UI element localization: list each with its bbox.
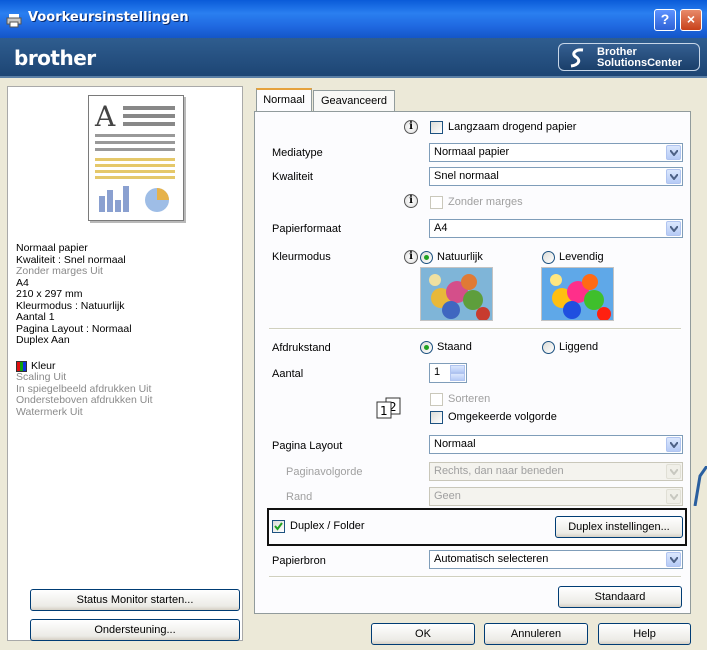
chevron-down-icon	[666, 145, 681, 160]
ok-button[interactable]: OK	[371, 623, 475, 645]
vivid-label: Levendig	[559, 251, 604, 263]
page-layout-label: Pagina Layout	[272, 440, 343, 452]
summary-line: Aantal 1	[16, 311, 55, 323]
separator	[269, 576, 681, 578]
mediatype-label: Mediatype	[272, 147, 323, 159]
svg-text:1: 1	[380, 404, 388, 418]
summary-line: Watermerk Uit	[16, 405, 83, 418]
svg-text:A: A	[94, 100, 116, 133]
solutions-center-line2: SolutionsCenter	[597, 57, 682, 69]
separator	[269, 328, 681, 330]
help-button[interactable]: Help	[598, 623, 691, 645]
color-mode-label: Kleurmodus	[272, 251, 331, 263]
info-icon[interactable]: i	[404, 250, 418, 264]
cancel-button[interactable]: Annuleren	[484, 623, 588, 645]
settings-summary-panel: A Normaal papier Kwaliteit : Snel normaal…	[7, 86, 243, 641]
printer-icon	[6, 14, 22, 28]
help-title-button[interactable]: ?	[654, 9, 676, 31]
orientation-label: Afdrukstand	[272, 342, 331, 354]
landscape-label: Liggend	[559, 341, 599, 353]
chevron-down-icon	[666, 169, 681, 184]
info-icon[interactable]: i	[404, 120, 418, 134]
spin-down-icon[interactable]	[450, 373, 465, 381]
settings-summary: Normaal papier Kwaliteit : Snel normaal Zo…	[16, 242, 153, 418]
copies-label: Aantal	[272, 368, 304, 380]
borderless-label: Zonder marges	[448, 196, 523, 208]
natural-label: Natuurlijk	[437, 251, 483, 263]
tab-geavanceerd[interactable]: Geavanceerd	[313, 90, 395, 112]
close-button[interactable]: ×	[680, 9, 702, 31]
copies-stepper[interactable]: 1	[429, 363, 467, 383]
chevron-down-icon	[666, 552, 681, 567]
page-order-select[interactable]: Rechts, dan naar beneden	[429, 462, 683, 481]
mediatype-select[interactable]: Normaal papier	[429, 143, 683, 162]
callout-arrow	[693, 466, 707, 506]
reverse-order-checkbox[interactable]	[430, 411, 443, 424]
brand-bar: brother Brother SolutionsCenter	[0, 38, 707, 78]
chevron-down-icon	[666, 437, 681, 452]
summary-line: Ondersteboven afdrukken Uit	[16, 394, 153, 406]
summary-line: Normaal papier	[16, 242, 88, 254]
slow-dry-checkbox[interactable]	[430, 121, 443, 134]
portrait-label: Staand	[437, 341, 472, 353]
summary-line: Duplex Aan	[16, 334, 70, 346]
page-preview-graphic: A	[94, 100, 175, 212]
slow-dry-label: Langzaam drogend papier	[448, 121, 577, 133]
status-monitor-button[interactable]: Status Monitor starten...	[30, 589, 240, 611]
default-button[interactable]: Standaard	[558, 586, 682, 608]
solutions-center-button[interactable]: Brother SolutionsCenter	[558, 43, 700, 71]
page-layout-select[interactable]: Normaal	[429, 435, 683, 454]
page-preview: A	[88, 95, 184, 221]
natural-preview-image	[420, 267, 493, 321]
summary-line: Scaling Uit	[16, 371, 67, 383]
solutions-center-icon	[570, 48, 584, 68]
support-button[interactable]: Ondersteuning...	[30, 619, 240, 641]
duplex-highlight-box	[267, 508, 687, 546]
reverse-order-label: Omgekeerde volgorde	[448, 411, 557, 423]
brother-logo: brother	[14, 46, 96, 70]
natural-radio[interactable]	[420, 251, 433, 264]
quality-select[interactable]: Snel normaal	[429, 167, 683, 186]
paper-size-label: Papierformaat	[272, 223, 342, 235]
summary-line: 210 x 297 mm	[16, 288, 83, 300]
chevron-down-icon	[666, 221, 681, 236]
window-title: Voorkeursinstellingen	[28, 10, 189, 25]
paper-size-select[interactable]: A4	[429, 219, 683, 238]
chevron-down-icon	[666, 464, 681, 479]
chevron-down-icon	[666, 489, 681, 504]
collate-checkbox[interactable]	[430, 393, 443, 406]
paper-source-select[interactable]: Automatisch selecteren	[429, 550, 683, 569]
collate-icon: 2 1	[376, 397, 401, 419]
summary-line: Zonder marges Uit	[16, 265, 103, 277]
info-icon[interactable]: i	[404, 194, 418, 208]
spin-up-icon[interactable]	[450, 365, 465, 373]
vivid-preview-image	[541, 267, 614, 321]
border-label: Rand	[286, 491, 313, 503]
page-order-label: Paginavolgorde	[286, 466, 363, 478]
collate-label: Sorteren	[448, 393, 491, 405]
title-bar: Voorkeursinstellingen ? ×	[0, 0, 707, 38]
tab-normaal[interactable]: Normaal	[256, 88, 312, 112]
border-select[interactable]: Geen	[429, 487, 683, 506]
quality-label: Kwaliteit	[272, 171, 313, 183]
landscape-radio[interactable]	[542, 341, 555, 354]
borderless-checkbox[interactable]	[430, 196, 443, 209]
portrait-radio[interactable]	[420, 341, 433, 354]
paper-source-label: Papierbron	[272, 555, 326, 567]
vivid-radio[interactable]	[542, 251, 555, 264]
